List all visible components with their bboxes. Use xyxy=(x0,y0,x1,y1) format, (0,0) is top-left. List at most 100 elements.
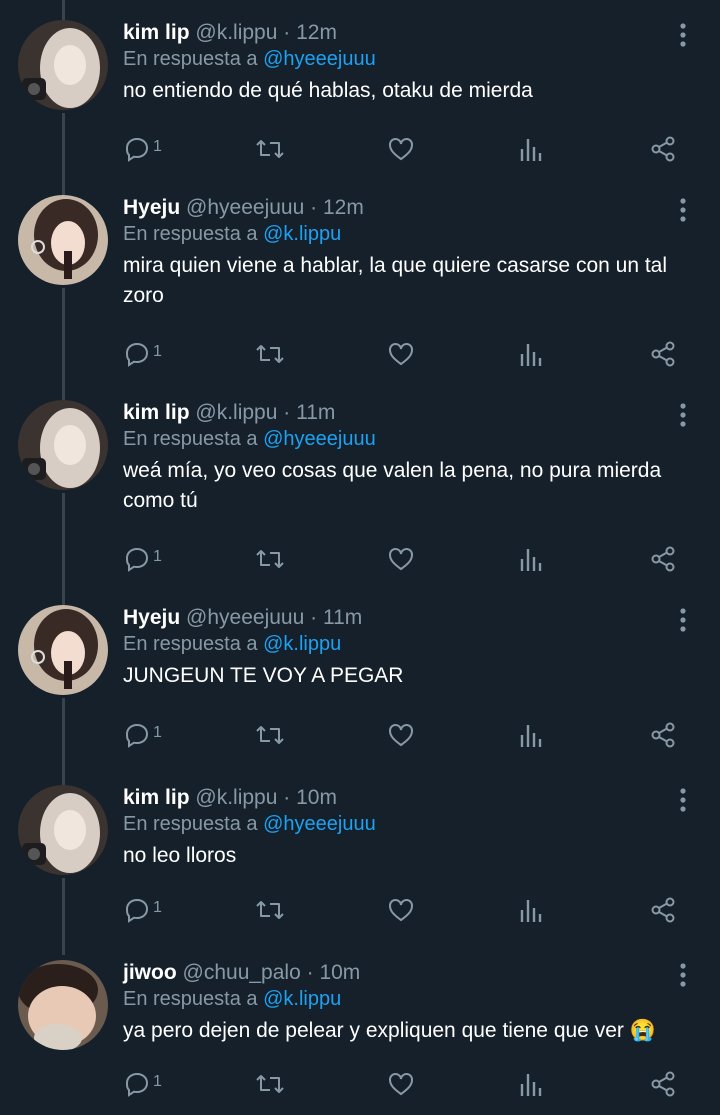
like-button[interactable] xyxy=(387,135,417,163)
like-button[interactable] xyxy=(387,1070,417,1098)
reply-button[interactable]: 1 xyxy=(123,135,173,163)
like-button[interactable] xyxy=(387,545,417,573)
avatar[interactable] xyxy=(18,605,108,695)
avatar[interactable] xyxy=(18,785,108,875)
reply-context: En respuesta a @k.lippu xyxy=(123,631,341,657)
stats-button[interactable] xyxy=(519,896,549,924)
tweet-header: Hyeju @hyeeejuuu · 12m xyxy=(123,195,364,221)
reply-prefix: En respuesta a xyxy=(123,813,258,835)
share-button[interactable] xyxy=(649,135,679,163)
mention-link[interactable]: @k.lippu xyxy=(263,988,341,1010)
more-vertical-icon[interactable] xyxy=(676,962,690,988)
separator: · xyxy=(283,786,291,809)
display-name[interactable]: Hyeju xyxy=(123,196,180,219)
tweet[interactable]: kim lip @k.lippu · 11m En respuesta a @h… xyxy=(0,400,720,605)
tweet[interactable]: kim lip @k.lippu · 12m En respuesta a @h… xyxy=(0,0,720,195)
retweet-button[interactable] xyxy=(255,135,285,163)
timestamp[interactable]: 11m xyxy=(296,401,335,424)
user-handle[interactable]: @k.lippu xyxy=(195,21,277,44)
mention-link[interactable]: @k.lippu xyxy=(263,633,341,655)
stats-button[interactable] xyxy=(519,340,549,368)
avatar[interactable] xyxy=(18,960,108,1050)
reply-context: En respuesta a @hyeeejuuu xyxy=(123,46,376,72)
retweet-icon xyxy=(256,550,284,568)
user-handle[interactable]: @k.lippu xyxy=(195,786,277,809)
retweet-button[interactable] xyxy=(255,896,285,924)
thread-line xyxy=(62,493,65,605)
share-button[interactable] xyxy=(649,545,679,573)
tweet[interactable]: Hyeju @hyeeejuuu · 12m En respuesta a @k… xyxy=(0,195,720,400)
more-vertical-icon[interactable] xyxy=(676,197,690,223)
more-vertical-icon[interactable] xyxy=(676,607,690,633)
retweet-button[interactable] xyxy=(255,545,285,573)
reply-count: 1 xyxy=(153,1073,162,1090)
timestamp[interactable]: 12m xyxy=(323,196,364,219)
more-vertical-icon[interactable] xyxy=(676,402,690,428)
reply-count: 1 xyxy=(153,138,162,155)
mention-link[interactable]: @k.lippu xyxy=(263,223,341,245)
share-icon xyxy=(651,897,675,923)
tweet[interactable]: Hyeju @hyeeejuuu · 11m En respuesta a @k… xyxy=(0,605,720,785)
user-handle[interactable]: @hyeeejuuu xyxy=(186,196,304,219)
reply-button[interactable]: 1 xyxy=(123,1070,173,1098)
reply-button[interactable]: 1 xyxy=(123,896,173,924)
tweet-text: mira quien viene a hablar, la que quiere… xyxy=(123,254,668,307)
display-name[interactable]: kim lip xyxy=(123,401,190,424)
timestamp[interactable]: 11m xyxy=(323,606,362,629)
retweet-icon xyxy=(256,1075,284,1093)
tweet-header: kim lip @k.lippu · 11m xyxy=(123,400,335,426)
avatar[interactable] xyxy=(18,20,108,110)
reply-icon xyxy=(125,723,149,748)
display-name[interactable]: kim lip xyxy=(123,786,190,809)
stats-button[interactable] xyxy=(519,1070,549,1098)
tweet-header: jiwoo @chuu_palo · 10m xyxy=(123,960,360,986)
mention-link[interactable]: @hyeeejuuu xyxy=(263,428,376,450)
more-vertical-icon[interactable] xyxy=(676,22,690,48)
display-name[interactable]: kim lip xyxy=(123,21,190,44)
user-handle[interactable]: @chuu_palo xyxy=(183,961,301,984)
more-vertical-icon[interactable] xyxy=(676,787,690,813)
tweet-text: JUNGEUN TE VOY A PEGAR xyxy=(123,664,404,687)
retweet-button[interactable] xyxy=(255,721,285,749)
retweet-button[interactable] xyxy=(255,340,285,368)
reply-button[interactable]: 1 xyxy=(123,545,173,573)
like-button[interactable] xyxy=(387,721,417,749)
reply-button[interactable]: 1 xyxy=(123,340,173,368)
tweet-text: ya pero dejen de pelear y expliquen que … xyxy=(123,1019,656,1042)
tweet-text: no entiendo de qué hablas, otaku de mier… xyxy=(123,79,533,102)
share-icon xyxy=(651,1071,675,1097)
share-button[interactable] xyxy=(649,896,679,924)
share-button[interactable] xyxy=(649,721,679,749)
heart-icon xyxy=(389,343,413,366)
avatar[interactable] xyxy=(18,400,108,490)
user-handle[interactable]: @hyeeejuuu xyxy=(186,606,304,629)
action-bar: 1 xyxy=(123,135,693,163)
retweet-icon xyxy=(256,901,284,919)
timestamp[interactable]: 10m xyxy=(319,961,360,984)
retweet-icon xyxy=(256,726,284,744)
tweet-header: kim lip @k.lippu · 12m xyxy=(123,20,337,46)
reply-icon xyxy=(125,547,149,572)
retweet-button[interactable] xyxy=(255,1070,285,1098)
tweet[interactable]: kim lip @k.lippu · 10m En respuesta a @h… xyxy=(0,785,720,955)
share-button[interactable] xyxy=(649,340,679,368)
timestamp[interactable]: 10m xyxy=(296,786,337,809)
stats-button[interactable] xyxy=(519,721,549,749)
like-button[interactable] xyxy=(387,340,417,368)
stats-button[interactable] xyxy=(519,545,549,573)
share-button[interactable] xyxy=(649,1070,679,1098)
timestamp[interactable]: 12m xyxy=(296,21,337,44)
mention-link[interactable]: @hyeeejuuu xyxy=(263,813,376,835)
bar-chart-icon xyxy=(520,549,542,571)
avatar[interactable] xyxy=(18,195,108,285)
reply-button[interactable]: 1 xyxy=(123,721,173,749)
tweet[interactable]: jiwoo @chuu_palo · 10m En respuesta a @k… xyxy=(0,960,720,1115)
tweet-header: kim lip @k.lippu · 10m xyxy=(123,785,337,811)
display-name[interactable]: jiwoo xyxy=(123,961,177,984)
mention-link[interactable]: @hyeeejuuu xyxy=(263,48,376,70)
like-button[interactable] xyxy=(387,896,417,924)
display-name[interactable]: Hyeju xyxy=(123,606,180,629)
tweet-header: Hyeju @hyeeejuuu · 11m xyxy=(123,605,362,631)
stats-button[interactable] xyxy=(519,135,549,163)
user-handle[interactable]: @k.lippu xyxy=(195,401,277,424)
